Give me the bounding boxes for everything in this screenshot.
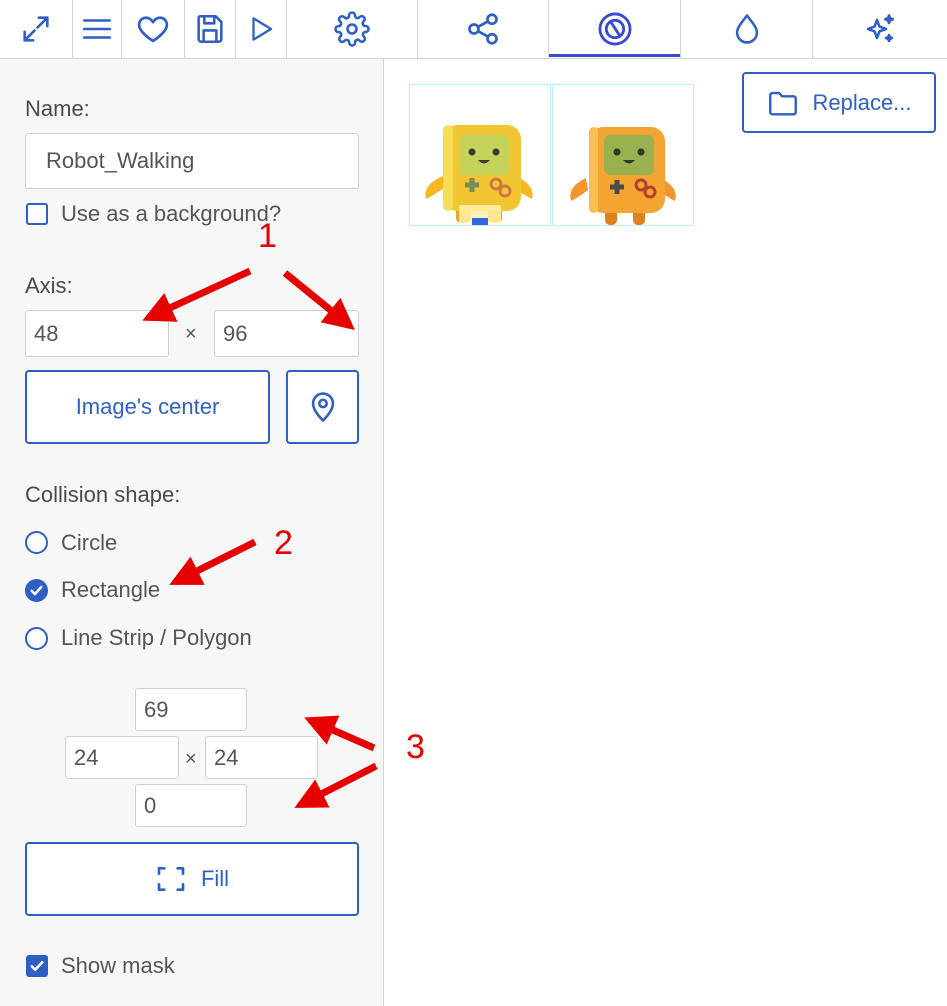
arrow-3b	[294, 762, 378, 809]
annotation-number-2: 2	[274, 524, 293, 562]
arrow-1b	[282, 270, 355, 330]
annotation-number-3: 3	[406, 728, 425, 766]
annotation-number-1: 1	[258, 217, 277, 255]
annotation-overlay	[142, 267, 378, 809]
arrow-2	[169, 538, 257, 586]
arrow-1a	[142, 267, 252, 322]
arrow-3a	[304, 715, 376, 752]
